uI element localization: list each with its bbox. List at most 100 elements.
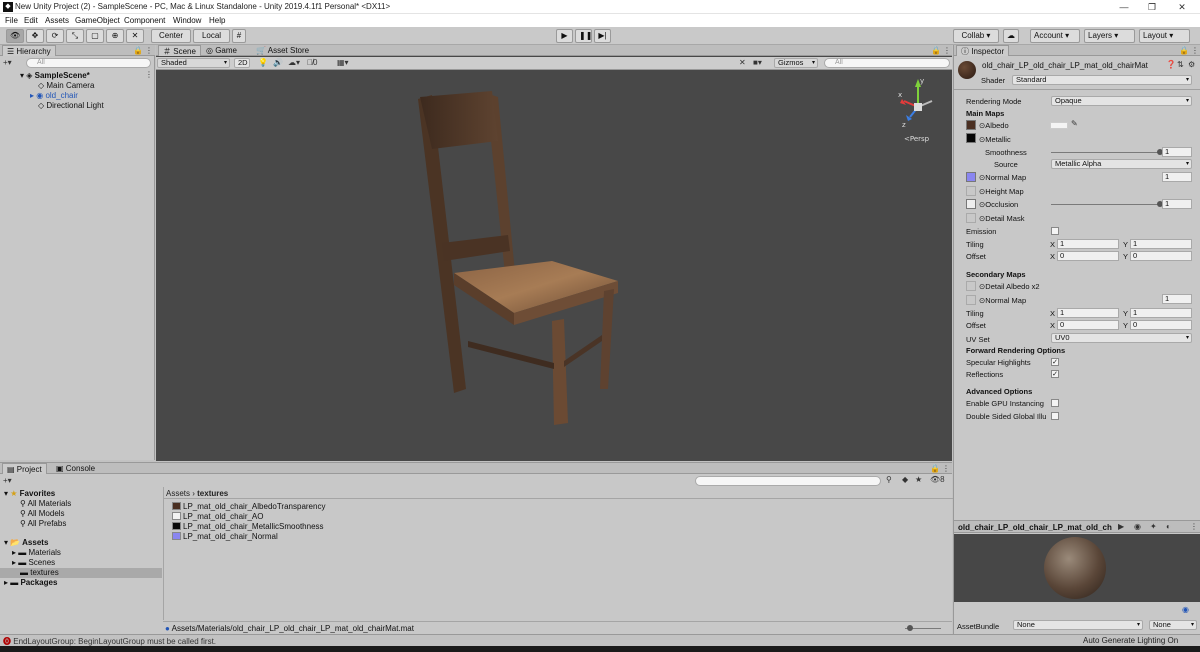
folder-materials[interactable]: ▸ ▬ Materials — [12, 548, 61, 557]
preview-play-icon[interactable]: ▶ — [1118, 522, 1124, 532]
persp-label[interactable]: <Persp — [904, 135, 930, 143]
lock-icon[interactable]: 🔒 — [1179, 46, 1189, 56]
hierarchy-item-main-camera[interactable]: ◇ Main Camera — [38, 81, 94, 90]
scene-menu-icon[interactable]: ⋮ — [145, 70, 153, 80]
file-item[interactable]: LP_mat_old_chair_AO — [172, 512, 264, 521]
lighting-icon[interactable]: 💡 — [258, 58, 268, 68]
metallic-texture-slot[interactable] — [966, 133, 976, 143]
create-plus-icon[interactable]: +▾ — [3, 58, 12, 68]
preview-menu-icon[interactable]: ⋮ — [1190, 522, 1198, 532]
gizmos-dropdown[interactable]: Gizmos ▾ — [774, 58, 818, 68]
preset-icon[interactable]: ⇅ — [1177, 60, 1184, 70]
shading-mode-dropdown[interactable]: Shaded ▾ — [157, 58, 230, 68]
file-item[interactable]: LP_mat_old_chair_MetallicSmoothness — [172, 522, 324, 531]
preview-bg-icon[interactable]: ◐ — [1166, 522, 1171, 532]
emission-checkbox[interactable] — [1051, 227, 1059, 235]
smoothness-field[interactable]: 1 — [1162, 147, 1192, 157]
audio-icon[interactable]: 🔊 — [273, 58, 283, 68]
transform-tool-icon[interactable]: ⊕ — [106, 29, 124, 43]
settings-gear-icon[interactable]: ⚙ — [1188, 60, 1195, 70]
offset2-x-field[interactable]: 0 — [1057, 320, 1119, 330]
layout-dropdown[interactable]: Layout ▾ — [1139, 29, 1190, 43]
menu-component[interactable]: Component — [124, 16, 165, 25]
menu-assets[interactable]: Assets — [45, 16, 69, 25]
favorite-icon[interactable]: ★ — [915, 475, 922, 485]
assets-folder[interactable]: ▾ 📂 Assets — [4, 538, 48, 547]
breadcrumb-assets[interactable]: Assets — [166, 489, 190, 498]
hidden-objects-icon[interactable]: 👁̸0 — [307, 58, 317, 68]
tools-icon[interactable]: ✕ — [739, 58, 746, 68]
hierarchy-item-old-chair[interactable]: ▸ ◉ old_chair — [30, 91, 78, 100]
hierarchy-search-input[interactable]: All — [26, 58, 151, 68]
tiling-x-field[interactable]: 1 — [1057, 239, 1119, 249]
normal-scale-field[interactable]: 1 — [1162, 172, 1192, 182]
panel-menu-icon[interactable]: ⋮ — [145, 46, 153, 56]
icon-size-slider-knob[interactable] — [907, 625, 913, 631]
hand-tool-icon[interactable]: 👁 — [6, 29, 24, 43]
menu-file[interactable]: File — [5, 16, 18, 25]
grid-icon[interactable]: ▦▾ — [337, 58, 349, 68]
cloud-icon[interactable]: ☁ — [1003, 29, 1019, 43]
scene-root-item[interactable]: ▾ ◈ SampleScene* — [20, 71, 90, 80]
favorite-all-models[interactable]: ⚲ All Models — [20, 509, 65, 518]
layers-dropdown[interactable]: Layers ▾ — [1084, 29, 1135, 43]
preview-light-icon[interactable]: ✦ — [1150, 522, 1157, 532]
menu-help[interactable]: Help — [209, 16, 225, 25]
tiling2-y-field[interactable]: 1 — [1130, 308, 1192, 318]
source-dropdown[interactable]: Metallic Alpha ▾ — [1051, 159, 1192, 169]
secondary-normal-texture-slot[interactable] — [966, 295, 976, 305]
detail-albedo-texture-slot[interactable] — [966, 281, 976, 291]
hidden-packages-icon[interactable]: 👁8 — [930, 475, 945, 485]
orientation-gizmo[interactable]: y x z <Persp — [896, 75, 946, 147]
menu-edit[interactable]: Edit — [24, 16, 38, 25]
tiling-y-field[interactable]: 1 — [1130, 239, 1192, 249]
menu-window[interactable]: Window — [173, 16, 201, 25]
help-icon[interactable]: ❓ — [1166, 60, 1176, 70]
secondary-normal-field[interactable]: 1 — [1162, 294, 1192, 304]
hierarchy-item-directional-light[interactable]: ◇ Directional Light — [38, 101, 104, 110]
gpu-instancing-checkbox[interactable] — [1051, 399, 1059, 407]
eyedropper-icon[interactable]: ✎ — [1071, 119, 1078, 129]
occlusion-texture-slot[interactable] — [966, 199, 976, 209]
file-item[interactable]: LP_mat_old_chair_AlbedoTransparency — [172, 502, 325, 511]
tab-hierarchy[interactable]: ☰ Hierarchy — [2, 45, 56, 56]
minimize-icon[interactable]: — — [1110, 0, 1138, 14]
panel-menu-icon[interactable]: ⋮ — [943, 46, 951, 56]
tiling2-x-field[interactable]: 1 — [1057, 308, 1119, 318]
play-icon[interactable]: ▶ — [556, 29, 573, 43]
reflections-checkbox[interactable]: ✓ — [1051, 370, 1059, 378]
height-map-texture-slot[interactable] — [966, 186, 976, 196]
pivot-local-button[interactable]: Local — [193, 29, 230, 43]
breadcrumb-textures[interactable]: textures — [197, 489, 228, 498]
favorite-all-prefabs[interactable]: ⚲ All Prefabs — [20, 519, 66, 528]
lock-icon[interactable]: 🔒 — [930, 464, 940, 474]
preview-sphere-icon[interactable]: ◉ — [1134, 522, 1141, 532]
pause-icon[interactable]: ❚❚ — [575, 29, 592, 43]
favorite-all-materials[interactable]: ⚲ All Materials — [20, 499, 71, 508]
menu-gameobject[interactable]: GameObject — [75, 16, 120, 25]
offset-x-field[interactable]: 0 — [1057, 251, 1119, 261]
project-search-input[interactable] — [695, 476, 881, 486]
scale-tool-icon[interactable]: ⤡ — [66, 29, 84, 43]
tab-console[interactable]: ▣ Console — [52, 463, 99, 474]
smoothness-slider[interactable] — [1051, 152, 1161, 153]
detail-mask-texture-slot[interactable] — [966, 213, 976, 223]
tab-asset-store[interactable]: 🛒 Asset Store — [252, 45, 313, 56]
offset-y-field[interactable]: 0 — [1130, 251, 1192, 261]
albedo-texture-slot[interactable] — [966, 120, 976, 130]
chair-3d-model[interactable] — [156, 71, 952, 461]
filter-type-icon[interactable]: ⚲ — [886, 475, 892, 485]
assetbundle-dropdown[interactable]: None ▾ — [1013, 620, 1143, 630]
tab-project[interactable]: ▤ Project — [2, 463, 47, 474]
tab-inspector[interactable]: ⓘ Inspector — [956, 45, 1010, 56]
packages-folder[interactable]: ▸ ▬ Packages — [4, 578, 57, 587]
close-icon[interactable]: ✕ — [1168, 0, 1196, 14]
favorites-item[interactable]: ▾ ★ Favorites — [4, 489, 55, 498]
create-plus-icon[interactable]: +▾ — [3, 476, 12, 486]
step-icon[interactable]: ▶| — [594, 29, 611, 43]
offset2-y-field[interactable]: 0 — [1130, 320, 1192, 330]
account-dropdown[interactable]: Account ▾ — [1030, 29, 1080, 43]
tab-scene[interactable]: ＃ Scene — [158, 45, 201, 56]
filter-label-icon[interactable]: ◆ — [902, 475, 908, 485]
panel-menu-icon[interactable]: ⋮ — [1191, 46, 1199, 56]
